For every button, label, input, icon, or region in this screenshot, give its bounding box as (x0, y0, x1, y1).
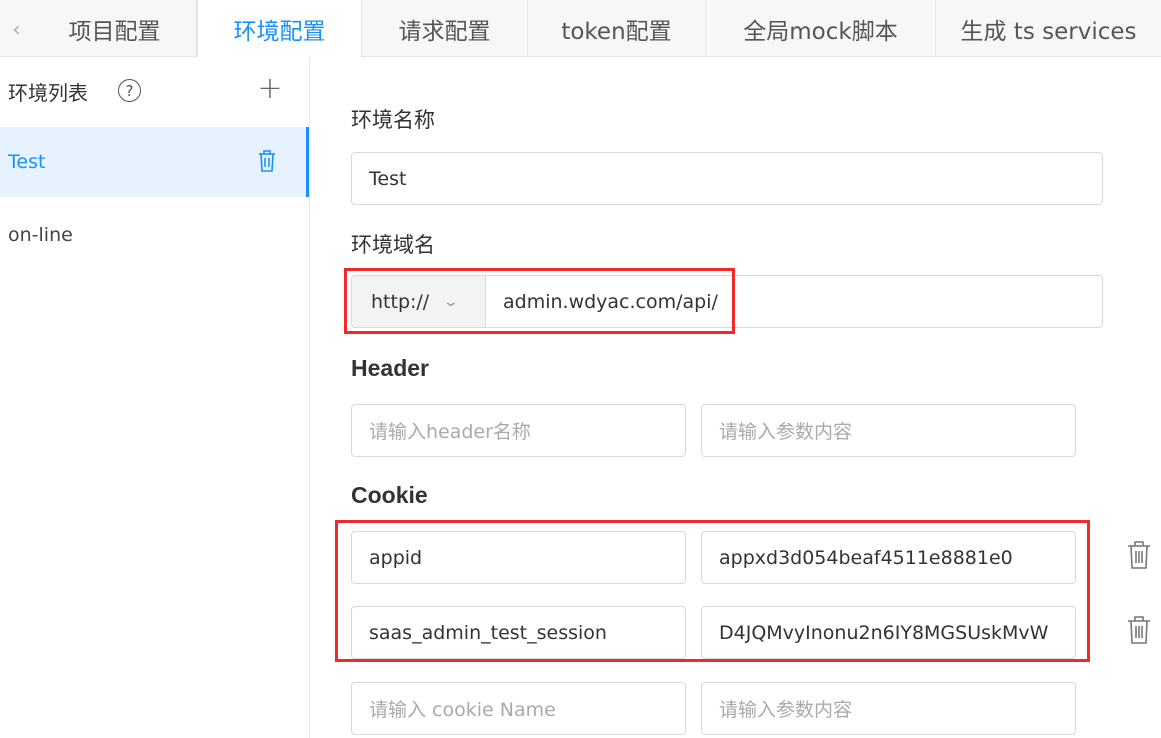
chevron-down-icon: ⌄ (442, 293, 460, 310)
sidebar-item-online[interactable]: on-line (0, 200, 309, 270)
sidebar-item-label: Test (8, 151, 46, 173)
tab-token-config[interactable]: token配置 (528, 0, 706, 57)
env-list-title: 环境列表 (8, 81, 88, 105)
chevron-left-icon[interactable]: ‹ (0, 0, 33, 57)
env-name-label: 环境名称 (351, 108, 435, 132)
trash-icon[interactable] (256, 149, 278, 173)
sidebar-item-test[interactable]: Test (0, 127, 309, 197)
question-circle-icon[interactable]: ? (118, 79, 141, 102)
tab-request-config[interactable]: 请求配置 (362, 0, 528, 57)
tab-project-config[interactable]: 项目配置 (33, 0, 197, 57)
cookie-new-value-input[interactable]: 请输入参数内容 (701, 682, 1076, 735)
protocol-select[interactable]: http:// ⌄ (351, 275, 486, 328)
header-name-input[interactable]: 请输入header名称 (351, 404, 686, 457)
env-name-input[interactable]: Test (351, 152, 1103, 205)
plus-icon[interactable]: + (256, 71, 284, 106)
env-sidebar: 环境列表 ? + Test on-line (0, 57, 310, 738)
cookie-new-name-input[interactable]: 请输入 cookie Name (351, 682, 686, 735)
protocol-value: http:// (371, 290, 430, 313)
header-value-input[interactable]: 请输入参数内容 (701, 404, 1076, 457)
cookie-name-input[interactable]: saas_admin_test_session (351, 606, 686, 659)
cookie-value-input[interactable]: D4JQMvyInonu2n6IY8MGSUskMvW (701, 606, 1076, 659)
tab-bar: ‹ 项目配置 环境配置 请求配置 token配置 全局mock脚本 生成 ts … (0, 0, 1161, 58)
sidebar-item-label: on-line (8, 224, 73, 246)
env-domain-input[interactable]: admin.wdyac.com/api/ (485, 275, 1103, 328)
trash-icon[interactable] (1126, 540, 1152, 570)
cookie-value-input[interactable]: appxd3d054beaf4511e8881e0 (701, 531, 1076, 584)
tab-generate-ts-services[interactable]: 生成 ts services (936, 0, 1161, 57)
tab-global-mock-script[interactable]: 全局mock脚本 (706, 0, 936, 57)
cookie-name-input[interactable]: appid (351, 531, 686, 584)
cookie-label: Cookie (351, 482, 428, 508)
tab-env-config[interactable]: 环境配置 (197, 0, 362, 58)
header-label: Header (351, 355, 429, 381)
env-domain-label: 环境域名 (351, 233, 435, 257)
sidebar-header: 环境列表 ? + (0, 57, 309, 127)
trash-icon[interactable] (1126, 615, 1152, 645)
